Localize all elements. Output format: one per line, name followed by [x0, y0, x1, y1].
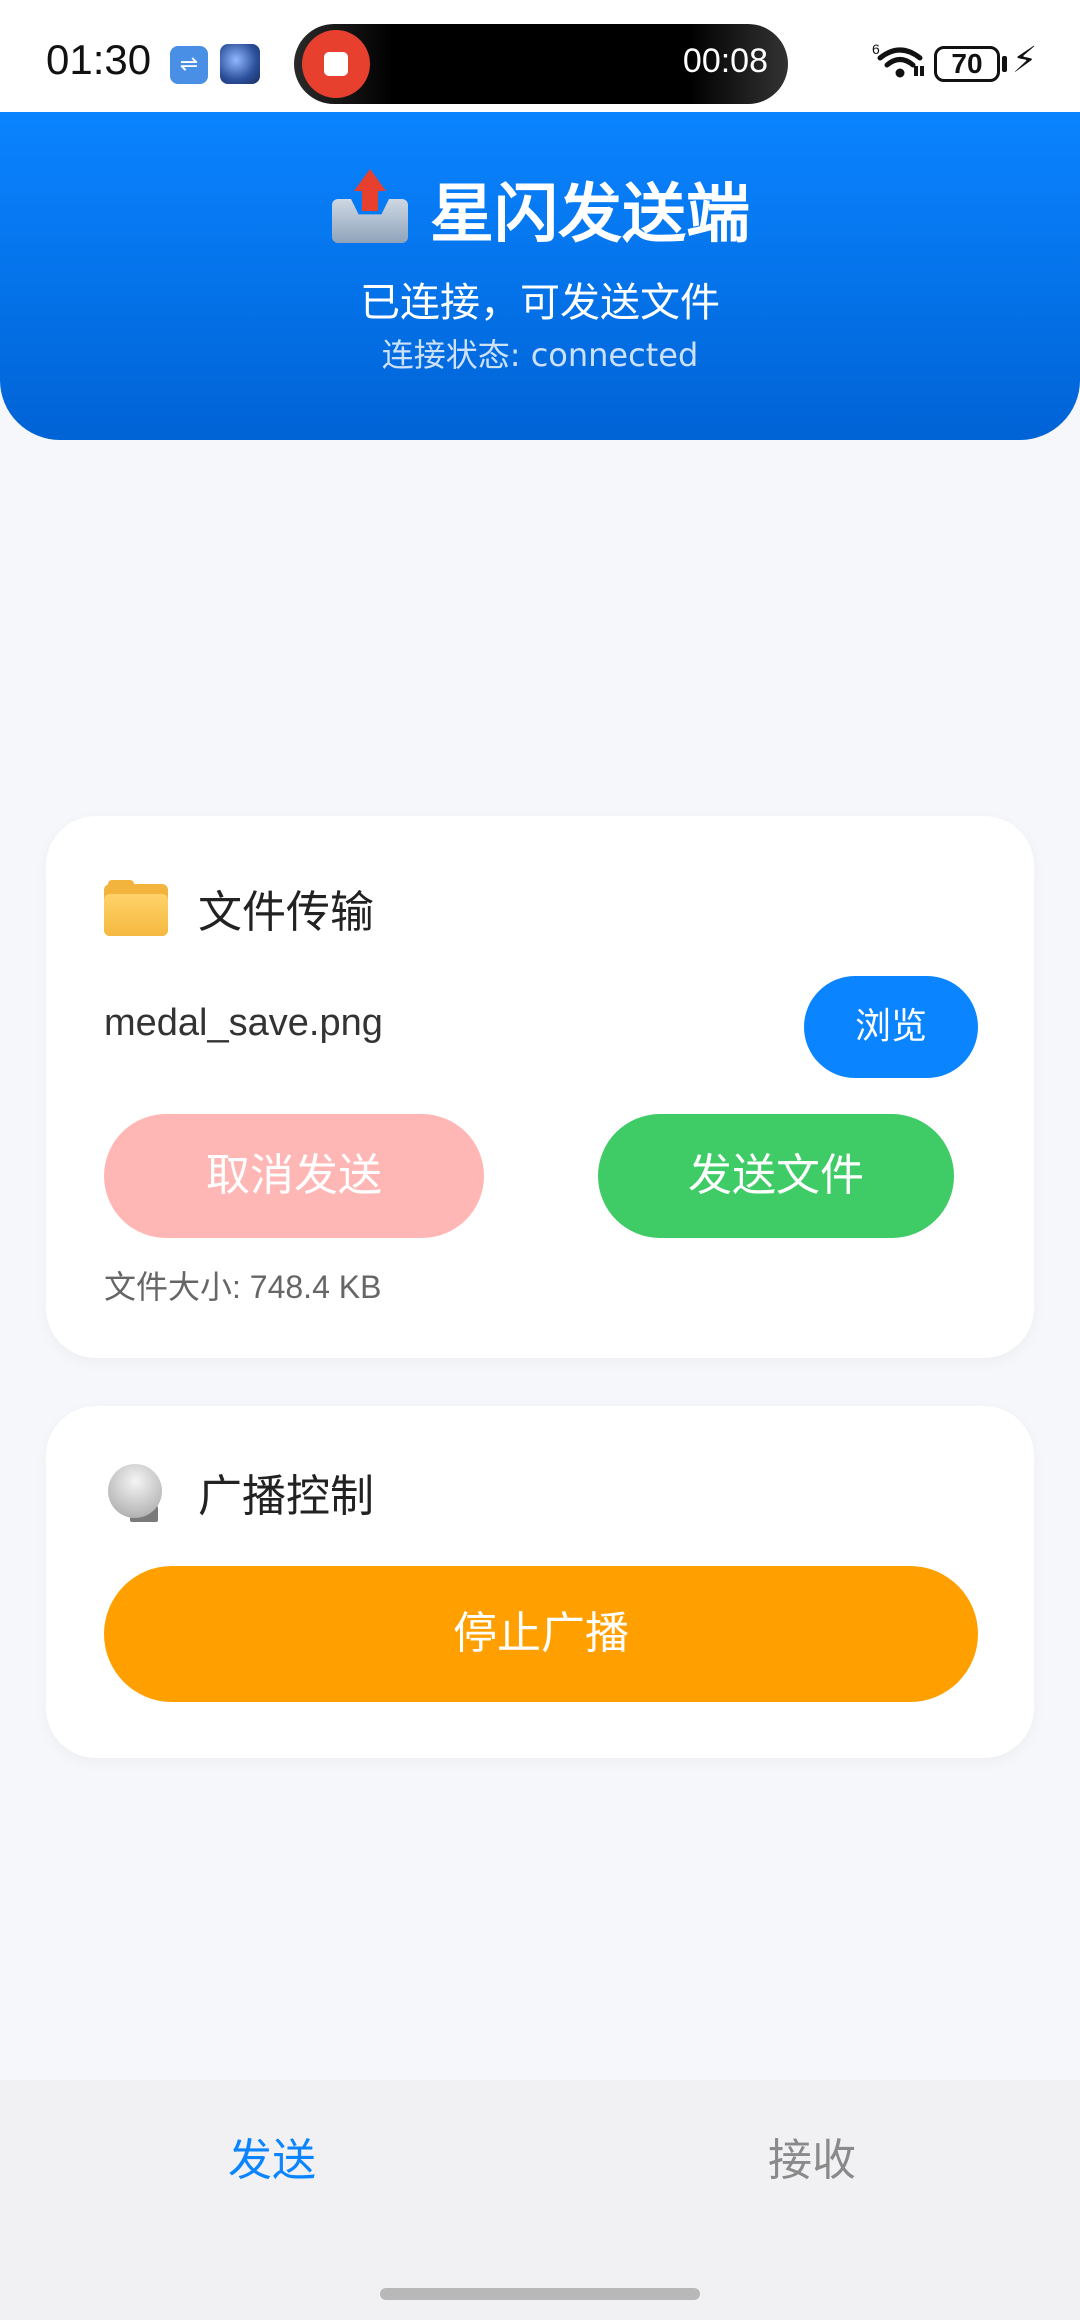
- file-transfer-title: 文件传输: [198, 887, 374, 938]
- folder-icon: [104, 880, 168, 936]
- battery-tip: [1002, 56, 1007, 72]
- globe-icon: [220, 44, 260, 84]
- wifi-signal-svg: 6: [872, 41, 924, 78]
- arrow-up-shape: [354, 169, 386, 191]
- stop-square: [324, 52, 348, 76]
- arrow-stem-shape: [362, 189, 378, 211]
- usb-icon: ⇌: [170, 46, 208, 84]
- connection-status: 连接状态: connected: [381, 336, 699, 374]
- send-file-button[interactable]: 发送文件: [598, 1114, 954, 1238]
- broadcast-title: 广播控制: [198, 1471, 374, 1522]
- satellite-dish-icon: [98, 1454, 172, 1528]
- outbox-tray-icon: [330, 169, 410, 249]
- record-stop-icon[interactable]: [302, 30, 370, 98]
- page-title: 星闪发送端: [430, 178, 750, 252]
- wifi-icon: 6: [872, 40, 926, 89]
- file-size: 文件大小: 748.4 KB: [104, 1269, 382, 1305]
- tab-send[interactable]: 发送: [172, 2124, 372, 2188]
- cancel-send-button[interactable]: 取消发送: [104, 1114, 484, 1238]
- browse-button[interactable]: 浏览: [804, 976, 978, 1078]
- status-bar: 01:30 ⇌ 00:08 6 70 ⚡: [0, 0, 1080, 112]
- battery-icon: 70: [934, 46, 1000, 82]
- selected-file-name: medal_save.png: [104, 1002, 383, 1044]
- header-title-row: 星闪发送端: [0, 164, 1080, 254]
- broadcast-heading: 广播控制: [98, 1454, 374, 1528]
- file-transfer-heading: 文件传输: [104, 876, 374, 940]
- home-indicator[interactable]: [380, 2288, 700, 2300]
- folder-front: [104, 894, 168, 936]
- recording-time: 00:08: [682, 42, 768, 80]
- dish-bowl: [98, 1454, 172, 1528]
- screen-recording-pill[interactable]: 00:08: [294, 24, 788, 104]
- bottom-nav: 发送 接收: [0, 2080, 1080, 2320]
- connection-message: 已连接，可发送文件: [360, 280, 720, 326]
- app-header: 星闪发送端 已连接，可发送文件 连接状态: connected: [0, 112, 1080, 440]
- charging-icon: ⚡: [1012, 40, 1038, 81]
- tab-receive[interactable]: 接收: [712, 2124, 912, 2188]
- file-transfer-card: 文件传输 medal_save.png 浏览 取消发送 发送文件 文件大小: 7…: [46, 816, 1034, 1358]
- network-label: 6: [872, 41, 880, 57]
- status-time: 01:30: [46, 36, 152, 83]
- stop-broadcast-button[interactable]: 停止广播: [104, 1566, 978, 1702]
- broadcast-control-card: 广播控制 停止广播: [46, 1406, 1034, 1758]
